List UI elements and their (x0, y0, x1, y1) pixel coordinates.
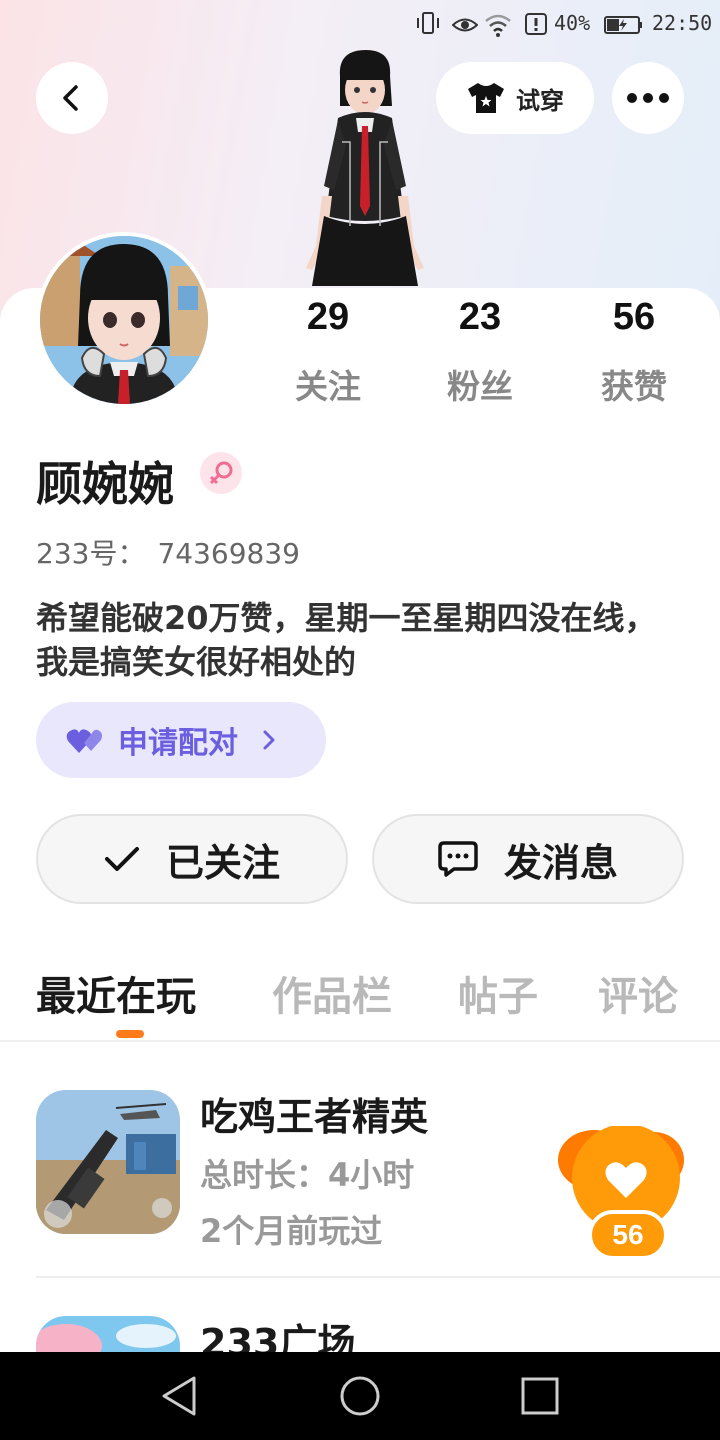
eye-icon (452, 18, 478, 32)
apply-match-button[interactable]: 申请配对 (36, 702, 326, 778)
nav-back-icon[interactable] (158, 1374, 202, 1418)
back-icon (63, 85, 78, 111)
send-message-button[interactable]: 发消息 (372, 814, 684, 904)
followed-button[interactable]: 已关注 (36, 814, 348, 904)
check-icon (104, 847, 139, 871)
game-title: 233广场 (200, 1321, 356, 1352)
tab-works[interactable]: 作品栏 (272, 964, 392, 1022)
stat-likes[interactable]: 56 获赞 (574, 296, 694, 408)
battery-percent: 40% (554, 11, 591, 35)
user-bio: 希望能破20万赞，星期一至星期四没在线，我是搞笑女很好相处的 (36, 599, 657, 681)
stat-followers[interactable]: 23 粉丝 (420, 296, 540, 408)
avatar[interactable] (36, 232, 212, 408)
alert-icon (525, 13, 547, 35)
game-icon-square (36, 1316, 180, 1352)
game-title: 吃鸡王者精英 (200, 1095, 429, 1139)
heart-badge (558, 1124, 684, 1232)
following-count: 29 (306, 296, 350, 338)
status-bar: 40% 22:50 (0, 0, 720, 50)
user-name: 顾婉婉 (36, 457, 174, 511)
avatar-image (40, 236, 208, 404)
system-navigation-bar (0, 1352, 720, 1440)
try-on-label: 试穿 (516, 86, 564, 115)
nav-home-icon[interactable] (338, 1374, 382, 1418)
tab-active-indicator (116, 1030, 144, 1038)
double-heart-icon (66, 729, 102, 753)
wifi-icon (485, 14, 511, 37)
game-duration: 总时长：4小时 (200, 1156, 415, 1194)
game-icon-shooter (36, 1090, 180, 1234)
followers-label: 粉丝 (447, 367, 513, 406)
following-label: 关注 (295, 367, 361, 406)
likes-count: 56 (612, 296, 656, 338)
like-float-button[interactable]: 56 (556, 1124, 686, 1262)
battery-charging-icon (604, 16, 642, 34)
send-message-label: 发消息 (503, 840, 618, 885)
female-icon (200, 452, 242, 494)
tabs-divider (0, 1040, 720, 1042)
more-icon (627, 93, 669, 103)
game-last-played: 2个月前玩过 (200, 1212, 383, 1250)
followed-label: 已关注 (165, 840, 280, 885)
apply-match-label: 申请配对 (118, 726, 238, 761)
clock: 22:50 (652, 11, 713, 35)
tshirt-icon (468, 83, 504, 113)
followers-count: 23 (458, 296, 502, 338)
chat-bubble-icon (438, 841, 478, 877)
tab-posts[interactable]: 帖子 (458, 964, 538, 1022)
like-count: 56 (588, 1210, 668, 1260)
likes-label: 获赞 (601, 367, 667, 406)
chevron-right-icon (263, 730, 275, 750)
tab-recently-played[interactable]: 最近在玩 (36, 964, 196, 1022)
user-id-label: 233号： (36, 537, 146, 570)
user-id[interactable]: 233号： 74369839 (36, 532, 300, 572)
row-divider (36, 1276, 720, 1278)
vibrate-icon (417, 12, 439, 34)
nav-recents-icon[interactable] (518, 1374, 562, 1418)
tab-comments[interactable]: 评论 (598, 964, 678, 1022)
more-button[interactable] (612, 62, 684, 134)
user-id-value: 74369839 (157, 537, 300, 570)
back-button[interactable] (36, 62, 108, 134)
stat-following[interactable]: 29 关注 (268, 296, 388, 408)
character-model (306, 50, 424, 286)
try-on-button[interactable]: 试穿 (436, 62, 594, 134)
profile-tabs: 最近在玩 作品栏 帖子 评论 (36, 964, 720, 1034)
